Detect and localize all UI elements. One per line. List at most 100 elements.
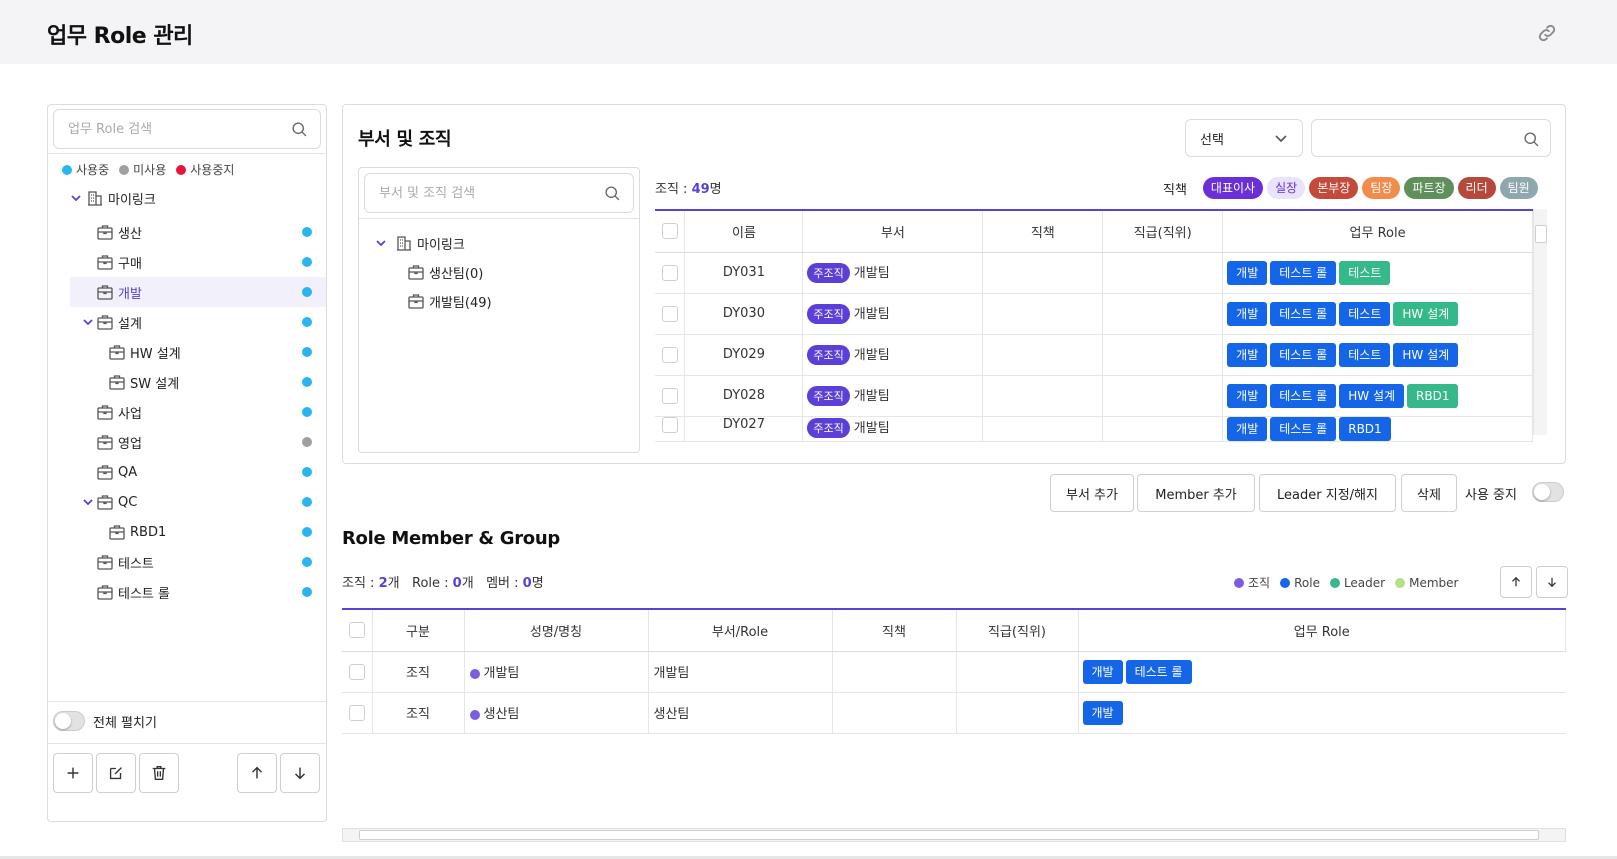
add-button[interactable] xyxy=(53,753,93,793)
role-badge[interactable]: 개발 xyxy=(1227,260,1268,285)
row-checkbox[interactable] xyxy=(348,663,365,680)
role-badge[interactable]: 개발 xyxy=(1082,659,1123,684)
tree-item[interactable]: QA xyxy=(70,457,326,487)
use-stop-toggle[interactable] xyxy=(1532,482,1564,502)
role-badge[interactable]: 테스트 롤 xyxy=(1270,342,1337,367)
chevron-down-icon[interactable] xyxy=(70,192,82,204)
tree-item[interactable]: 개발 xyxy=(70,277,326,307)
chevron-down-icon[interactable] xyxy=(82,316,94,328)
tree-item-label: 생산 xyxy=(118,226,142,242)
role-search-input[interactable] xyxy=(54,110,274,148)
position-badge: 실장 xyxy=(1267,177,1306,199)
add-dept-button[interactable]: 부서 추가 xyxy=(1050,474,1134,512)
row-checkbox[interactable] xyxy=(661,416,678,433)
tree-item[interactable]: 테스트 xyxy=(70,547,326,577)
tree-item[interactable]: 설계 xyxy=(70,307,326,337)
row-checkbox[interactable] xyxy=(661,387,678,404)
expand-all-toggle[interactable] xyxy=(53,711,85,731)
role-tree: 마이링크생산구매 개발 설계 HW 설계 SW 설계 사업 영업 QA QC RBD1 테스트 테스트… xyxy=(48,183,326,607)
role-badge[interactable]: 개발 xyxy=(1227,301,1268,326)
rmg-legend-label: 조직 xyxy=(1248,576,1271,590)
row-checkbox[interactable] xyxy=(661,346,678,363)
table-row[interactable]: DY027 주조직 개발팀 개발 테스트 롤 RBD1 xyxy=(655,416,1533,442)
delete-member-button[interactable]: 삭제 xyxy=(1401,474,1457,512)
tree-item[interactable]: RBD1 xyxy=(70,517,326,547)
role-badge[interactable]: 테스트 롤 xyxy=(1270,260,1337,285)
tree-item[interactable]: HW 설계 xyxy=(70,337,326,367)
org-dot xyxy=(469,668,480,679)
add-member-button[interactable]: Member 추가 xyxy=(1137,474,1255,512)
role-badge[interactable]: 테스트 xyxy=(1339,342,1391,367)
dept-tree-item[interactable]: 마이링크 xyxy=(359,228,639,258)
position-badge: 대표이사 xyxy=(1202,177,1264,199)
member-table-scrollbar[interactable] xyxy=(1533,209,1547,435)
role-badge[interactable]: 테스트 롤 xyxy=(1270,383,1337,408)
dept-tree-item[interactable]: 개발팀(49) xyxy=(359,286,639,316)
select-all-checkbox[interactable] xyxy=(348,622,365,639)
table-row[interactable]: 조직 개발팀 개발팀 개발 테스트 롤 xyxy=(342,651,1566,693)
chevron-down-icon[interactable] xyxy=(375,237,387,249)
role-badge[interactable]: HW 설계 xyxy=(1339,383,1405,408)
role-badge[interactable]: HW 설계 xyxy=(1393,301,1459,326)
tree-item[interactable]: 영업 xyxy=(70,427,326,457)
cell-dept: 주조직 개발팀 xyxy=(802,334,984,376)
role-badge[interactable]: RBD1 xyxy=(1339,416,1391,440)
table-row[interactable]: DY030 주조직 개발팀 개발 테스트 롤 테스트 HW 설계 xyxy=(655,293,1533,335)
move-up-button[interactable] xyxy=(237,753,277,793)
status-dot xyxy=(302,437,312,447)
role-badge[interactable]: 개발 xyxy=(1227,383,1268,408)
role-badge[interactable]: 개발 xyxy=(1082,700,1123,725)
rmg-move-down-button[interactable] xyxy=(1536,566,1568,598)
role-badge[interactable]: HW 설계 xyxy=(1393,342,1459,367)
table-row[interactable]: DY028 주조직 개발팀 개발 테스트 롤 HW 설계 RBD1 xyxy=(655,375,1533,417)
role-badge[interactable]: 개발 xyxy=(1227,416,1268,440)
select-all-checkbox[interactable] xyxy=(661,223,678,240)
role-badge[interactable]: 테스트 롤 xyxy=(1270,301,1337,326)
move-down-button[interactable] xyxy=(280,753,320,793)
table-row[interactable]: 조직 생산팀 생산팀 개발 xyxy=(342,692,1566,734)
row-checkbox[interactable] xyxy=(661,264,678,281)
cell-name: 개발팀 xyxy=(464,651,649,693)
role-badge[interactable]: 테스트 xyxy=(1339,260,1391,285)
tree-item[interactable]: 사업 xyxy=(70,397,326,427)
role-badge[interactable]: 개발 xyxy=(1227,342,1268,367)
filter-select[interactable]: 선택 xyxy=(1185,119,1303,157)
search-icon[interactable] xyxy=(1523,131,1540,148)
status-dot xyxy=(302,257,312,267)
tree-item[interactable]: QC xyxy=(70,487,326,517)
tree-item[interactable]: 마이링크 xyxy=(70,183,326,213)
dept-search-input[interactable] xyxy=(365,174,585,212)
dept-tree-item[interactable]: 생산팀(0) xyxy=(359,257,639,287)
member-search-box[interactable] xyxy=(1311,119,1551,157)
tree-item-label: 마이링크 xyxy=(108,192,156,208)
tree-item[interactable]: 구매 xyxy=(70,247,326,277)
rmg-legend-item: Member xyxy=(1395,574,1458,591)
search-icon[interactable] xyxy=(291,121,308,138)
table-row[interactable]: DY029 주조직 개발팀 개발 테스트 롤 테스트 HW 설계 xyxy=(655,334,1533,376)
link-icon[interactable] xyxy=(1536,22,1558,44)
table-row[interactable]: DY031 주조직 개발팀 개발 테스트 롤 테스트 xyxy=(655,252,1533,294)
tree-item[interactable]: 테스트 롤 xyxy=(70,577,326,607)
role-badge[interactable]: 테스트 롤 xyxy=(1270,416,1337,440)
col-header-dept-role: 부서/Role xyxy=(648,609,833,652)
rmg-move-up-button[interactable] xyxy=(1500,566,1532,598)
row-select-cell xyxy=(655,375,686,417)
delete-button[interactable] xyxy=(139,753,179,793)
row-checkbox[interactable] xyxy=(348,704,365,721)
rmg-horizontal-scrollbar[interactable] xyxy=(342,828,1566,842)
tree-item[interactable]: SW 설계 xyxy=(70,367,326,397)
cell-rank xyxy=(1102,375,1224,417)
role-badge[interactable]: 테스트 xyxy=(1339,301,1391,326)
tree-item[interactable]: 생산 xyxy=(70,217,326,247)
role-badge[interactable]: 테스트 롤 xyxy=(1125,659,1192,684)
role-badge[interactable]: RBD1 xyxy=(1407,383,1459,408)
search-icon[interactable] xyxy=(604,185,621,202)
org-count-value: 49 xyxy=(691,182,710,197)
col-header-name: 이름 xyxy=(684,210,804,253)
row-checkbox[interactable] xyxy=(661,305,678,322)
col-header-work-role: 업무 Role xyxy=(1078,609,1566,652)
edit-button[interactable] xyxy=(96,753,136,793)
leader-toggle-button[interactable]: Leader 지정/해지 xyxy=(1259,474,1396,512)
divider xyxy=(48,701,326,702)
chevron-down-icon[interactable] xyxy=(82,496,94,508)
